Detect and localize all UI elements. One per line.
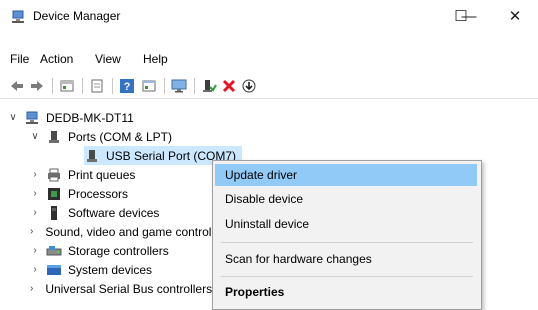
ports-label: Ports (COM & LPT) [68,129,173,144]
monitor-scan-icon[interactable] [170,77,188,95]
tree-label: Print queues [68,167,136,182]
tree-node-processors[interactable]: › Processors [30,184,128,203]
maximize-button[interactable]: ☐ [438,0,484,32]
close-button[interactable]: ✕ [492,0,538,32]
properties-grid-icon[interactable] [58,77,76,95]
disable-device-menu-item[interactable]: Disable device [215,188,477,210]
tree-node-usb-controllers[interactable]: › Universal Serial Bus controllers [30,279,212,298]
scan-hardware-menu-item[interactable]: Scan for hardware changes [215,248,477,270]
toolbar: ? [0,74,538,99]
menu-separator [221,242,473,243]
device-manager-icon [12,10,24,23]
chevron-right-icon[interactable]: › [30,264,40,275]
toolbar-separator [112,78,113,94]
chevron-right-icon[interactable]: › [30,245,40,256]
storage-icon [46,245,62,255]
software-device-icon [51,205,57,220]
tree-node-ports[interactable]: ∨ Ports (COM & LPT) [30,127,172,146]
menu-bar: File Action View Help [0,48,538,70]
toolbar-separator [52,78,53,94]
chevron-right-icon[interactable]: › [30,207,40,218]
toolbar-separator [164,78,165,94]
tree-label: Universal Serial Bus controllers [45,281,212,296]
tree-label: Software devices [68,205,160,220]
uninstall-icon[interactable] [220,77,238,95]
show-hidden-icon[interactable] [88,77,106,95]
properties-menu-item[interactable]: Properties [215,281,477,303]
menu-separator [221,276,473,277]
tree-label: Sound, video and game controllers [45,224,212,239]
toolbar-separator [194,78,195,94]
menu-file[interactable]: File [10,52,29,66]
system-devices-icon [47,264,61,275]
back-icon[interactable] [8,77,26,95]
printer-icon [48,168,60,181]
chevron-right-icon[interactable]: › [30,188,40,199]
tree-node-computer[interactable]: ∨ DEDB-MK-DT11 [8,108,134,127]
svg-text:?: ? [124,81,131,93]
chevron-down-icon[interactable]: ∨ [8,112,18,123]
chevron-right-icon[interactable]: › [30,226,33,237]
menu-view[interactable]: View [95,52,121,66]
toolbar-separator [82,78,83,94]
help-icon[interactable]: ? [118,77,136,95]
chevron-right-icon[interactable]: › [30,169,40,180]
enable-device-icon[interactable] [200,77,218,95]
port-icon [87,149,97,162]
chevron-down-icon[interactable]: ∨ [30,131,40,142]
view-icon[interactable] [140,77,158,95]
tree-node-sound-video[interactable]: › Sound, video and game controllers [30,222,212,241]
forward-icon[interactable] [28,77,46,95]
computer-name: DEDB-MK-DT11 [46,110,134,125]
context-menu: Update driver Disable device Uninstall d… [212,160,482,310]
window-title: Device Manager [33,9,121,23]
port-icon [49,130,59,143]
tree-node-storage-controllers[interactable]: › Storage controllers [30,241,212,260]
tree-node-print-queues[interactable]: › Print queues [30,165,135,184]
uninstall-device-menu-item[interactable]: Uninstall device [215,213,477,235]
chevron-right-icon[interactable]: › [30,283,33,294]
update-icon[interactable] [240,77,258,95]
update-driver-menu-item[interactable]: Update driver [215,164,477,186]
tree-label: Processors [68,186,129,201]
tree-node-software-devices[interactable]: › Software devices [30,203,159,222]
tree-label: Storage controllers [68,243,169,258]
menu-help[interactable]: Help [143,52,168,66]
tree-label: System devices [68,262,153,277]
processor-icon [48,187,60,200]
computer-icon [26,111,38,124]
menu-action[interactable]: Action [40,52,73,66]
tree-node-system-devices[interactable]: › System devices [30,260,212,279]
